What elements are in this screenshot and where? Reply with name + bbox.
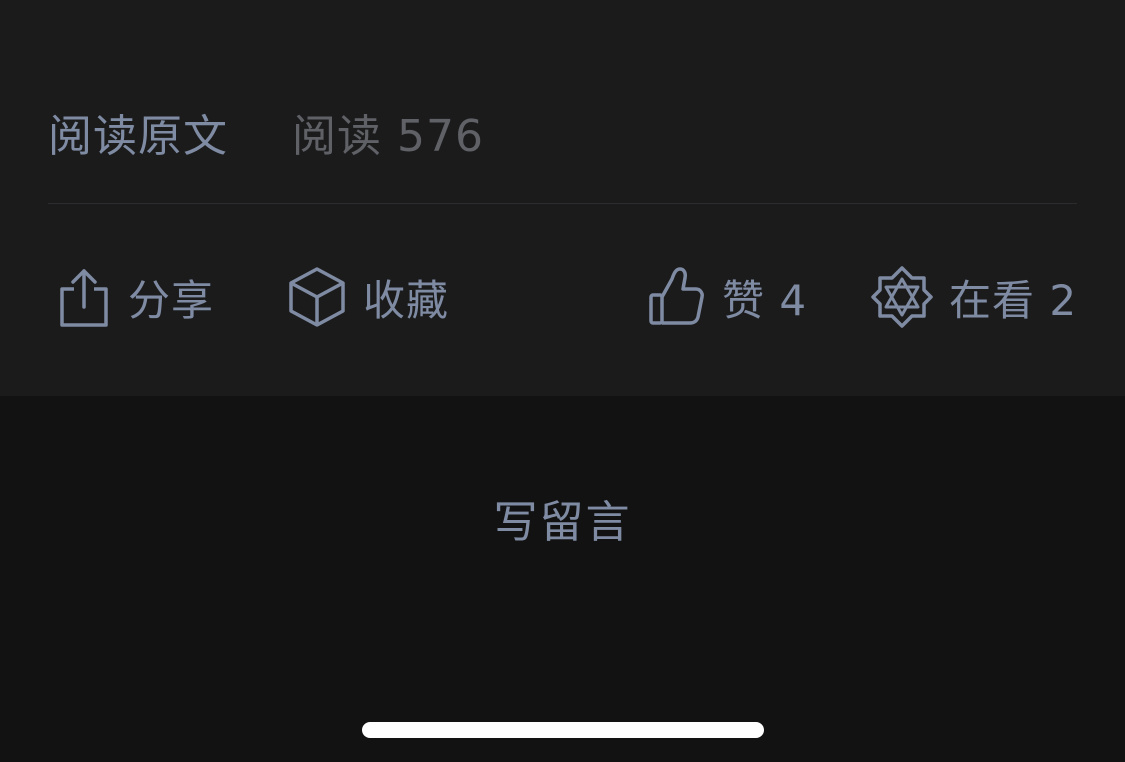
article-footer-panel — [0, 0, 1125, 396]
home-indicator — [362, 722, 764, 738]
collect-label: 收藏 — [363, 275, 450, 325]
collect-button[interactable]: 收藏 — [287, 262, 449, 332]
read-original-link[interactable]: 阅读原文 — [48, 100, 228, 164]
comment-panel — [0, 396, 1125, 762]
thumbs-up-icon — [646, 265, 706, 329]
share-label: 分享 — [128, 275, 215, 325]
cube-icon — [287, 265, 347, 329]
wow-star-icon — [871, 265, 933, 329]
read-row: 阅读原文 阅读 576 — [48, 100, 484, 164]
write-comment-button[interactable]: 写留言 — [0, 486, 1125, 548]
share-button[interactable]: 分享 — [56, 262, 214, 332]
watching-label: 在看 2 — [949, 275, 1078, 325]
watching-button[interactable]: 在看 2 — [871, 262, 1077, 332]
share-icon — [56, 265, 112, 329]
like-button[interactable]: 赞 4 — [646, 262, 807, 332]
like-label: 赞 4 — [722, 275, 808, 325]
divider — [48, 203, 1077, 204]
read-count: 阅读 576 — [292, 111, 484, 162]
